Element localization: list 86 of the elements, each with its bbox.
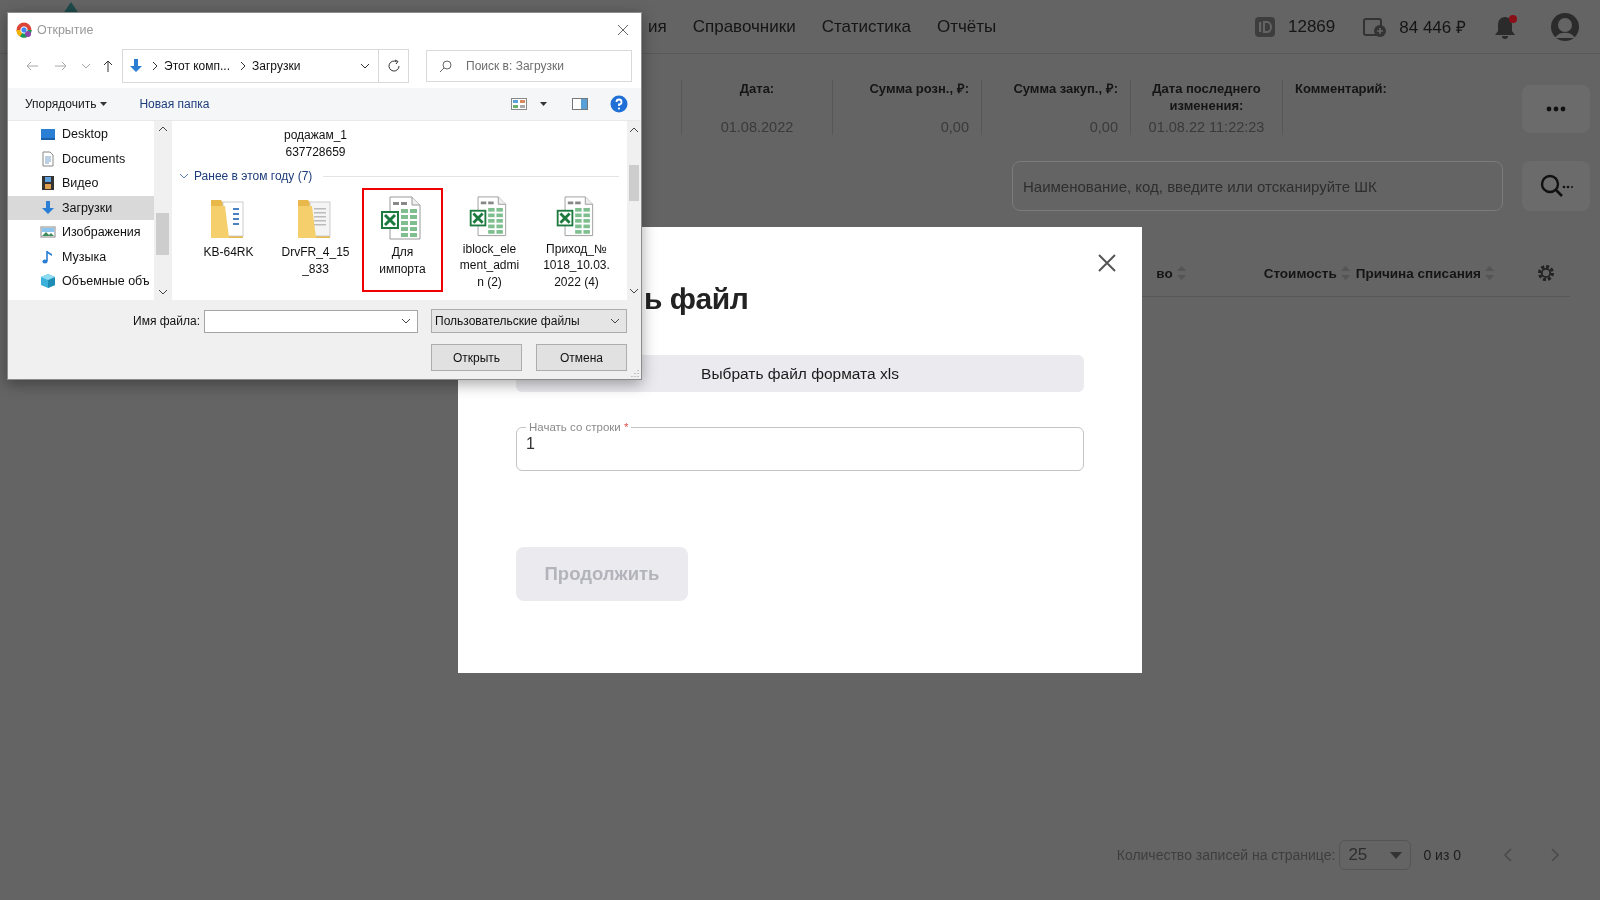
organize-menu[interactable]: Упорядочить bbox=[25, 97, 108, 111]
file-name: KB-64RK bbox=[203, 244, 254, 261]
dialog-button[interactable]: Отмена bbox=[536, 344, 627, 371]
scrollbar-thumb[interactable] bbox=[629, 165, 639, 201]
file-type-select[interactable]: Пользовательские файлы bbox=[431, 309, 627, 333]
download-icon bbox=[128, 58, 144, 74]
avatar-icon[interactable] bbox=[1550, 11, 1580, 42]
cube-icon bbox=[40, 273, 56, 290]
bell-icon[interactable] bbox=[1494, 14, 1516, 39]
field-label: Начать со строки * bbox=[528, 421, 630, 433]
download-icon bbox=[40, 199, 56, 216]
app-icon bbox=[16, 21, 32, 38]
scrollbar[interactable] bbox=[627, 121, 641, 300]
nav-pane-item[interactable]: Desktop bbox=[8, 122, 154, 147]
scroll-down-icon[interactable] bbox=[629, 288, 639, 294]
file-item[interactable]: DrvFR_4_15 _833 bbox=[275, 188, 356, 292]
breadcrumb[interactable]: Загрузки bbox=[252, 59, 301, 73]
info-label: Комментарий: bbox=[1295, 80, 1387, 97]
file-item[interactable]: KB-64RK bbox=[188, 188, 269, 292]
search-input[interactable]: Поиск в: Загрузки bbox=[464, 58, 614, 74]
modal-title: ь файл bbox=[644, 283, 750, 315]
scroll-down-icon[interactable] bbox=[157, 289, 168, 295]
dialog-title: Открытие bbox=[37, 22, 94, 37]
scroll-up-icon[interactable] bbox=[629, 127, 639, 133]
picture-icon bbox=[40, 224, 56, 241]
film-icon bbox=[40, 175, 56, 192]
close-icon[interactable] bbox=[1097, 253, 1117, 273]
chevron-down-icon bbox=[81, 63, 91, 69]
group-header[interactable]: Ранее в этом году (7) bbox=[179, 164, 627, 188]
previous-page-icon[interactable] bbox=[1503, 848, 1513, 862]
file-name: родажам_1 637728659 bbox=[282, 127, 349, 161]
search-icon bbox=[1539, 173, 1573, 199]
info-label: Дата последнего изменения: bbox=[1151, 80, 1262, 114]
file-item[interactable]: iblock_ele ment_admi n (2) bbox=[449, 188, 530, 292]
start-row-input[interactable]: 1 bbox=[526, 433, 1074, 455]
chevron-down-icon bbox=[401, 318, 411, 324]
view-icon[interactable] bbox=[511, 98, 528, 110]
info-label: Сумма розн., ₽: bbox=[869, 80, 969, 97]
id-card-icon bbox=[1254, 15, 1276, 38]
wallet-icon bbox=[1363, 15, 1388, 38]
nav-pane-item[interactable]: Видео bbox=[8, 171, 154, 196]
scrollbar-thumb[interactable] bbox=[156, 213, 169, 255]
scrollbar[interactable] bbox=[154, 121, 171, 300]
caret-icon bbox=[100, 102, 108, 106]
file-name-field[interactable] bbox=[204, 309, 418, 333]
file-item[interactable]: Для импорта bbox=[362, 188, 443, 292]
chevron-right-icon bbox=[152, 61, 158, 71]
file-name: DrvFR_4_15 _833 bbox=[281, 244, 350, 277]
file-name: iblock_ele ment_admi n (2) bbox=[459, 240, 520, 290]
help-icon[interactable] bbox=[610, 95, 629, 113]
new-folder-button[interactable]: Новая папка bbox=[139, 97, 210, 111]
dialog-button[interactable]: Открыть bbox=[431, 344, 522, 371]
caret-icon bbox=[1390, 851, 1403, 859]
file-name: Для импорта bbox=[379, 244, 426, 277]
address-bar[interactable]: Этот комп... Загрузки bbox=[122, 49, 409, 83]
search-icon bbox=[439, 59, 452, 73]
file-item[interactable]: Приход_№ 1018_10.03. 2022 (4) bbox=[536, 188, 617, 292]
file-name: Приход_№ 1018_10.03. 2022 (4) bbox=[543, 240, 610, 290]
chevron-down-icon bbox=[610, 318, 620, 324]
breadcrumb[interactable]: Этот комп... bbox=[164, 59, 231, 73]
preview-pane-icon[interactable] bbox=[572, 98, 589, 110]
next-page-icon[interactable] bbox=[1550, 848, 1560, 862]
desktop-icon bbox=[40, 126, 56, 143]
info-label: Дата: bbox=[739, 80, 775, 97]
view-dropdown-icon[interactable] bbox=[540, 102, 548, 106]
start-row-field[interactable]: Начать со строки * 1 bbox=[516, 421, 1084, 471]
settings-icon[interactable] bbox=[1536, 263, 1556, 283]
nav-pane-item[interactable]: Музыка bbox=[8, 244, 154, 269]
nav-pane-item[interactable]: Documents bbox=[8, 146, 154, 171]
page-range: 0 из 0 bbox=[1423, 847, 1461, 863]
chevron-right-icon bbox=[240, 61, 247, 71]
nav-pane-item[interactable]: Загрузки bbox=[8, 195, 154, 220]
scroll-up-icon[interactable] bbox=[157, 126, 168, 132]
info-label: Сумма закуп., ₽: bbox=[1013, 80, 1118, 97]
search-button[interactable] bbox=[1522, 161, 1590, 211]
user-id: 12869 bbox=[1288, 16, 1336, 37]
file-name-label: Имя файла: bbox=[133, 314, 200, 328]
balance: 84 446 ₽ bbox=[1399, 17, 1466, 38]
chevron-down-icon bbox=[360, 63, 370, 69]
nav-pane-item[interactable]: Объемные объ bbox=[8, 269, 154, 294]
more-icon bbox=[1546, 106, 1566, 112]
document-icon bbox=[40, 150, 56, 167]
more-button[interactable] bbox=[1522, 85, 1590, 133]
nav-pane-item[interactable]: Изображения bbox=[8, 220, 154, 245]
resize-grip-icon[interactable] bbox=[630, 368, 639, 377]
close-icon[interactable] bbox=[617, 23, 629, 36]
